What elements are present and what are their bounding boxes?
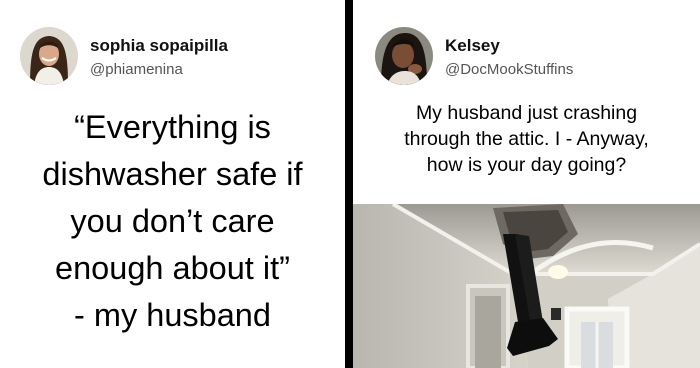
woman-portrait-icon xyxy=(20,27,78,85)
right-tweet-text: My husband just crashing through the att… xyxy=(353,100,700,178)
left-tweet-card: sophia sopaipilla @phiamenina “Everythin… xyxy=(0,0,345,368)
tweet-line: dishwasher safe if xyxy=(42,156,303,192)
kelsey-handle[interactable]: @DocMookStuffins xyxy=(445,61,573,78)
tweet-line: how is your day going? xyxy=(426,154,627,176)
tweet-line: through the attic. I - Anyway, xyxy=(404,128,649,150)
woman-portrait-icon xyxy=(375,27,433,85)
tweet-line: enough about it” xyxy=(55,250,290,286)
tweet-line: - my husband xyxy=(74,297,271,333)
attic-ceiling-legs-photo-icon xyxy=(353,202,700,368)
kelsey-avatar[interactable] xyxy=(375,27,433,85)
kelsey-display-name[interactable]: Kelsey xyxy=(445,36,500,56)
tweet-line: My husband just crashing xyxy=(415,102,638,124)
left-tweet-text: “Everything is dishwasher safe if you do… xyxy=(0,104,345,339)
tweet-line: “Everything is xyxy=(74,109,271,145)
tweet-line: you don’t care xyxy=(70,203,275,239)
sophia-handle[interactable]: @phiamenina xyxy=(90,61,183,78)
sophia-display-name[interactable]: sophia sopaipilla xyxy=(90,36,228,56)
right-tweet-card: Kelsey @DocMookStuffins My husband just … xyxy=(353,0,700,368)
attic-photo[interactable] xyxy=(353,202,700,368)
panel-divider xyxy=(345,0,353,368)
sophia-avatar[interactable] xyxy=(20,27,78,85)
